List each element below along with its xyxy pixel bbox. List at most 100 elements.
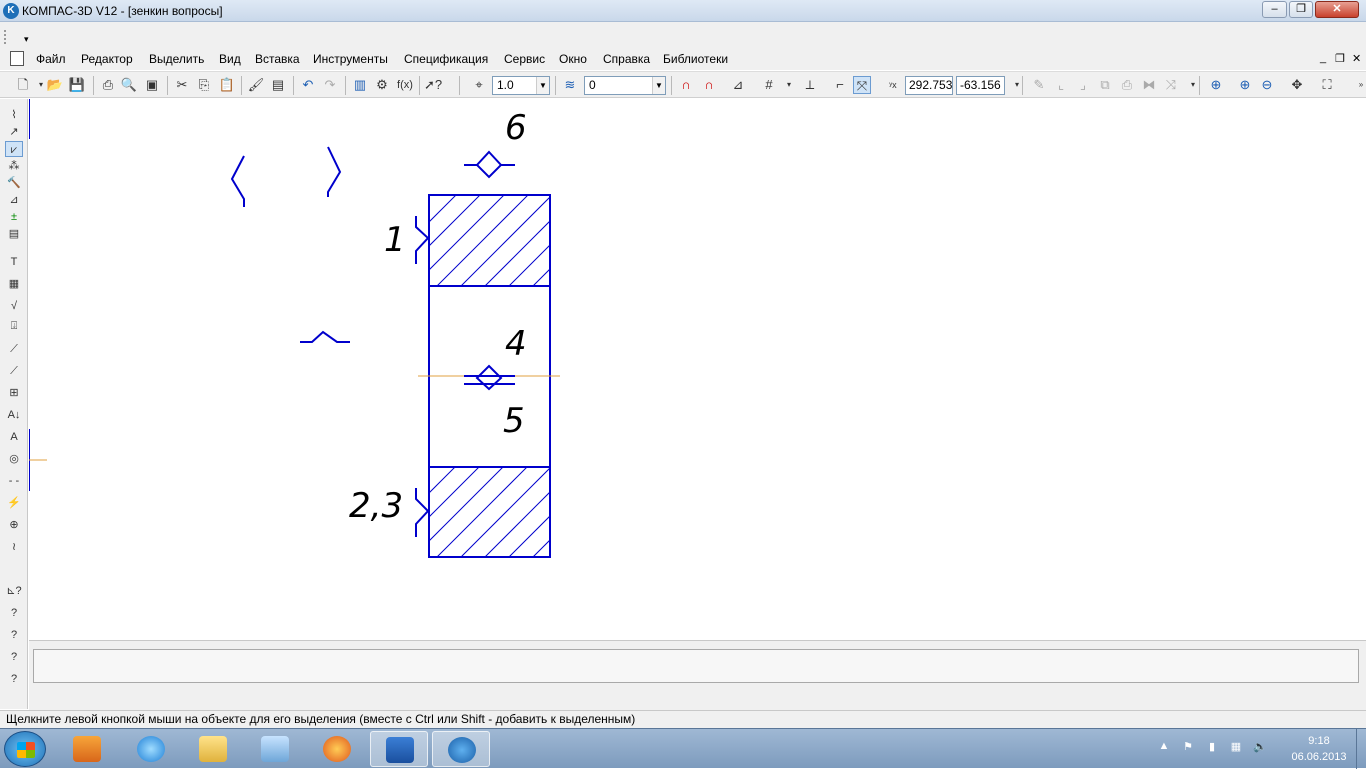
coord-y-field[interactable]: -63.156 xyxy=(956,76,1005,95)
measure-icon[interactable]: ⊿ xyxy=(5,192,23,208)
break-line-icon[interactable]: ≀ xyxy=(5,539,23,555)
edit-tool-4-icon[interactable]: ⧉ xyxy=(1096,76,1114,94)
select-icon[interactable]: ± xyxy=(5,209,23,225)
menu-view[interactable]: Вид xyxy=(219,52,241,66)
menu-specification[interactable]: Спецификация xyxy=(404,52,488,66)
local-snap-icon[interactable]: ∩ xyxy=(700,76,718,94)
measure-mass-icon[interactable]: ? xyxy=(5,671,23,687)
toolbar-more-icon[interactable]: ▾ xyxy=(1008,76,1026,94)
toolbar-options-icon[interactable]: ▾ xyxy=(24,34,29,45)
menu-tools[interactable]: Инструменты xyxy=(313,52,388,66)
menu-select[interactable]: Выделить xyxy=(149,52,204,66)
step-combo[interactable]: 1.0 ▼ xyxy=(492,76,550,95)
network-icon[interactable]: ▦ xyxy=(1228,740,1244,756)
open-folder-icon[interactable]: 📂 xyxy=(46,76,64,94)
menu-editor[interactable]: Редактор xyxy=(81,52,133,66)
drawing-canvas[interactable]: 6 1 4 5 2,3 xyxy=(29,99,1366,639)
axis-line-icon[interactable]: - - xyxy=(5,473,23,489)
center-mark-icon[interactable]: ⊕ xyxy=(5,517,23,533)
show-hidden-icons-icon[interactable]: ▲ xyxy=(1156,740,1172,756)
document-icon[interactable] xyxy=(10,51,24,66)
menu-window[interactable]: Окно xyxy=(559,52,587,66)
copy-icon[interactable]: ⎘ xyxy=(195,76,213,94)
show-all-icon[interactable]: ⛶ xyxy=(1318,76,1336,94)
table-icon[interactable]: ▦ xyxy=(5,276,23,292)
measure-distance-icon[interactable]: ⊾? xyxy=(5,583,23,599)
grip-handle[interactable] xyxy=(4,30,6,44)
zoom-window-icon[interactable]: ⊕ xyxy=(1207,76,1225,94)
edit-tool-7-icon[interactable]: ⤨ xyxy=(1162,76,1180,94)
minimize-button[interactable]: – xyxy=(1262,1,1287,18)
preview-fit-icon[interactable]: ▣ xyxy=(143,76,161,94)
edit-tool-2-icon[interactable]: ⌞ xyxy=(1052,76,1070,94)
battery-icon[interactable]: ▮ xyxy=(1204,740,1220,756)
step-cursor-icon[interactable]: ⌖ xyxy=(470,76,488,94)
properties-icon[interactable]: ▤ xyxy=(269,76,287,94)
close-button[interactable]: ✕ xyxy=(1315,1,1359,18)
print-icon[interactable]: ⎙ xyxy=(99,76,117,94)
property-panel[interactable] xyxy=(33,649,1359,683)
volume-icon[interactable]: 🔈 xyxy=(1252,740,1268,756)
geometry-icon[interactable]: ⌇ xyxy=(5,107,23,123)
library-manager-icon[interactable]: ⚙ xyxy=(373,76,391,94)
menu-service[interactable]: Сервис xyxy=(504,52,545,66)
taskbar-firefox[interactable] xyxy=(308,731,366,767)
wave-line-icon[interactable]: ◎ xyxy=(5,451,23,467)
edit-tool-6-icon[interactable]: ⧓ xyxy=(1140,76,1158,94)
taskbar-internet-explorer[interactable] xyxy=(122,731,180,767)
menu-libraries[interactable]: Библиотеки xyxy=(663,52,728,66)
measure-angle-icon[interactable]: ? xyxy=(5,649,23,665)
cut-line-icon[interactable]: A↓ xyxy=(5,407,23,423)
show-desktop-button[interactable] xyxy=(1356,729,1366,769)
doc-minimize-button[interactable]: _ xyxy=(1320,52,1326,64)
tolerance-icon[interactable]: ⊞ xyxy=(5,385,23,401)
start-button[interactable] xyxy=(4,731,46,767)
taskbar-kompas[interactable] xyxy=(432,731,490,767)
zoom-out-icon[interactable]: ⊖ xyxy=(1258,76,1276,94)
new-document-icon[interactable]: 🗋 xyxy=(14,76,32,94)
parametrization-icon[interactable]: 🔨 xyxy=(5,175,23,191)
specification-icon[interactable]: ▤ xyxy=(5,226,23,242)
taskbar-media-player[interactable] xyxy=(58,731,116,767)
doc-close-button[interactable]: ✕ xyxy=(1352,52,1361,65)
text-icon[interactable]: T xyxy=(5,254,23,270)
print-preview-icon[interactable]: 🔍 xyxy=(120,76,138,94)
layers-icon[interactable]: ≋ xyxy=(561,76,579,94)
zoom-in-icon[interactable]: ⊕ xyxy=(1236,76,1254,94)
base-icon[interactable]: ⍗ xyxy=(5,318,23,334)
coord-x-field[interactable]: 292.753 xyxy=(905,76,953,95)
designations-icon[interactable]: ⩗ xyxy=(5,141,23,157)
maximize-button[interactable]: ❐ xyxy=(1289,1,1313,18)
dimensions-icon[interactable]: ↗ xyxy=(5,124,23,140)
leader-icon[interactable]: ⟋ xyxy=(5,341,23,357)
doc-restore-button[interactable]: ❐ xyxy=(1335,52,1345,65)
layer-combo[interactable]: 0 ▼ xyxy=(584,76,666,95)
taskbar-explorer[interactable] xyxy=(184,731,242,767)
taskbar-paint[interactable] xyxy=(246,731,304,767)
position-leader-icon[interactable]: ⟋ xyxy=(5,363,23,379)
format-brush-icon[interactable]: 🖌 xyxy=(247,76,265,94)
paste-icon[interactable]: 📋 xyxy=(218,76,236,94)
undo-icon[interactable]: ↶ xyxy=(299,76,317,94)
chevron-down-icon[interactable]: ▼ xyxy=(652,77,665,94)
local-cs-icon[interactable]: ⟂ xyxy=(801,76,819,94)
editing-icon[interactable]: ⁂ xyxy=(5,158,23,174)
menu-help[interactable]: Справка xyxy=(603,52,650,66)
snap-magnet-icon[interactable]: ∩ xyxy=(677,76,695,94)
taskbar-word[interactable] xyxy=(370,731,428,767)
variables-fx-icon[interactable]: f(x) xyxy=(394,76,416,94)
grid-dropdown-icon[interactable]: ▾ xyxy=(780,76,798,94)
menu-file[interactable]: Файл xyxy=(36,52,66,66)
manager-icon[interactable]: ▥ xyxy=(351,76,369,94)
kompas-app-icon[interactable]: K xyxy=(3,3,19,19)
ortho-icon[interactable]: ⊿ xyxy=(729,76,747,94)
grid-icon[interactable]: # xyxy=(760,76,778,94)
redo-icon[interactable]: ↷ xyxy=(321,76,339,94)
roughness-icon[interactable]: √ xyxy=(5,298,23,314)
weld-icon[interactable]: ⚡ xyxy=(5,495,23,511)
measure-length-icon[interactable]: ? xyxy=(5,605,23,621)
parametric-mode-icon[interactable]: ⤧ xyxy=(853,76,871,94)
cut-icon[interactable]: ✂ xyxy=(173,76,191,94)
chevron-down-icon[interactable]: ▼ xyxy=(536,77,549,94)
toolbar-overflow-icon[interactable]: » xyxy=(1352,76,1366,94)
